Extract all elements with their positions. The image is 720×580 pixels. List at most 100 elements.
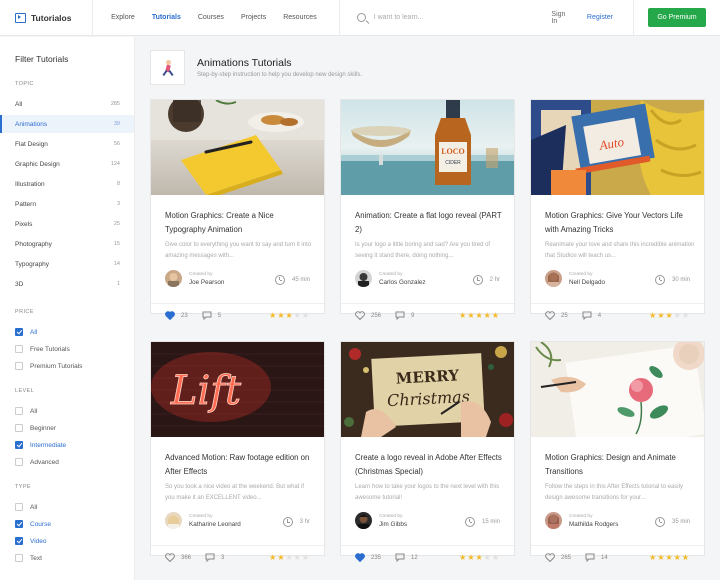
tutorial-card[interactable]: Auto Motion Graphics: Give Your Vectors …	[530, 99, 705, 320]
topic-item-all[interactable]: All 285	[0, 95, 134, 113]
star-rating[interactable]: ★★★★★	[269, 553, 310, 562]
tutorial-card[interactable]: LOCO CIDER Animation: Create a flat logo…	[340, 99, 515, 320]
price-premium-checkbox[interactable]: Premium Tutorials	[15, 362, 82, 370]
type-label: TYPE	[15, 484, 31, 490]
topic-item-graphic-design[interactable]: Graphic Design 124	[0, 155, 134, 173]
heart-icon[interactable]	[165, 311, 175, 320]
register-link[interactable]: Register	[587, 14, 613, 21]
topic-label: TOPIC	[15, 81, 34, 87]
card-title[interactable]: Advanced Motion: Raw footage edition on …	[165, 451, 315, 479]
checkbox-label: Beginner	[30, 424, 57, 432]
card-thumbnail[interactable]	[151, 100, 324, 195]
star-rating[interactable]: ★★★★★	[649, 553, 690, 562]
type-all-checkbox[interactable]: All	[15, 503, 37, 511]
nav-explore[interactable]: Explore	[111, 14, 135, 21]
tutorial-card[interactable]: Motion Graphics: Create a Nice Typograph…	[150, 99, 325, 320]
star-icon: ★	[285, 311, 294, 320]
card-author[interactable]: Created by Nell Delgado	[545, 270, 605, 287]
loco-label: LOCO	[441, 147, 465, 156]
star-rating[interactable]: ★★★★★	[649, 311, 690, 320]
topic-item-animations[interactable]: Animations 39	[0, 115, 134, 133]
card-title[interactable]: Create a logo reveal in Adobe After Effe…	[355, 451, 505, 479]
topic-item-3d[interactable]: 3D 1	[0, 275, 134, 293]
type-video-checkbox[interactable]: Video	[15, 537, 47, 545]
search-icon[interactable]	[356, 13, 366, 22]
heart-icon[interactable]	[545, 553, 555, 562]
topic-count: 124	[110, 161, 120, 167]
card-title[interactable]: Motion Graphics: Design and Animate Tran…	[545, 451, 695, 479]
card-footer: 235 12 ★★★★★	[341, 545, 514, 569]
card-author[interactable]: Created by Katharine Leonard	[165, 512, 241, 529]
star-rating[interactable]: ★★★★★	[459, 311, 500, 320]
cider-label: CIDER	[445, 160, 461, 166]
card-title[interactable]: Animation: Create a flat logo reveal (PA…	[355, 209, 505, 237]
star-icon: ★	[285, 553, 294, 562]
price-all-checkbox[interactable]: All	[15, 328, 37, 336]
heart-icon[interactable]	[355, 311, 365, 320]
topic-item-flat-design[interactable]: Flat Design 56	[0, 135, 134, 153]
comment-icon[interactable]	[205, 553, 215, 562]
level-all-checkbox[interactable]: All	[15, 407, 37, 415]
price-free-checkbox[interactable]: Free Tutorials	[15, 345, 70, 353]
checkbox-icon	[15, 554, 23, 562]
card-title[interactable]: Motion Graphics: Create a Nice Typograph…	[165, 209, 315, 237]
level-advanced-checkbox[interactable]: Advanced	[15, 458, 59, 466]
card-author[interactable]: Created by Jim Gibbs	[355, 512, 407, 529]
heart-icon[interactable]	[545, 311, 555, 320]
search-input[interactable]	[373, 14, 544, 21]
go-premium-button[interactable]: Go Premium	[648, 8, 706, 27]
type-course-checkbox[interactable]: Course	[15, 520, 51, 528]
tutorial-card[interactable]: MERRY Christmas Create a logo reveal in …	[340, 341, 515, 562]
logo[interactable]: Tutorialos	[15, 12, 92, 23]
card-thumbnail[interactable]	[531, 342, 704, 437]
comment-icon[interactable]	[395, 553, 405, 562]
duration-text: 45 min	[291, 277, 310, 283]
category-icon	[150, 50, 185, 85]
duration: 2 hr	[472, 275, 500, 285]
comment-icon[interactable]	[202, 311, 212, 320]
tutorial-card[interactable]: Motion Graphics: Design and Animate Tran…	[530, 341, 705, 562]
tutorial-card[interactable]: Lift Advanced Motion: Raw footage editio…	[150, 341, 325, 562]
card-thumbnail[interactable]: Auto	[531, 100, 704, 195]
card-title[interactable]: Motion Graphics: Give Your Vectors Life …	[545, 209, 695, 237]
card-author[interactable]: Created by Carlos Gonzalez	[355, 270, 426, 287]
topic-item-typography[interactable]: Typography 14	[0, 255, 134, 273]
level-intermediate-checkbox[interactable]: Intermediate	[15, 441, 66, 449]
topic-item-illustration[interactable]: Illustration 8	[0, 175, 134, 193]
nav-tutorials[interactable]: Tutorials	[152, 14, 181, 21]
type-text-checkbox[interactable]: Text	[15, 554, 42, 562]
nav-projects[interactable]: Projects	[241, 14, 266, 21]
topic-count: 285	[110, 101, 120, 107]
heart-icon[interactable]	[355, 553, 365, 562]
lift-neon-text: Lift	[170, 368, 242, 414]
topic-item-photography[interactable]: Photography 15	[0, 235, 134, 253]
signin-link[interactable]: Sign In	[551, 11, 567, 25]
checkbox-icon	[15, 407, 23, 415]
checkbox-label: All	[30, 407, 38, 415]
checkbox-icon	[15, 458, 23, 466]
card-thumbnail[interactable]: Lift	[151, 342, 324, 437]
topic-item-pattern[interactable]: Pattern 3	[0, 195, 134, 213]
author-name: Mathilda Rodgers	[569, 520, 619, 528]
level-beginner-checkbox[interactable]: Beginner	[15, 424, 56, 432]
card-author[interactable]: Created by Mathilda Rodgers	[545, 512, 618, 529]
nav-courses[interactable]: Courses	[198, 14, 224, 21]
heart-icon[interactable]	[165, 553, 175, 562]
card-thumbnail[interactable]: MERRY Christmas	[341, 342, 514, 437]
card-description: So you took a nice video at the weekend.…	[165, 484, 305, 501]
page-subtitle: Step-by-step instruction to help you dev…	[197, 72, 363, 78]
avatar	[355, 512, 372, 529]
card-thumbnail[interactable]: LOCO CIDER	[341, 100, 514, 195]
comment-icon[interactable]	[395, 311, 405, 320]
comment-icon[interactable]	[585, 553, 595, 562]
card-author[interactable]: Created by Joe Pearson	[165, 270, 224, 287]
card-footer: 256 9 ★★★★★	[341, 303, 514, 327]
topic-item-pixels[interactable]: Pixels 25	[0, 215, 134, 233]
comment-icon[interactable]	[582, 311, 592, 320]
nav-resources[interactable]: Resources	[283, 14, 316, 21]
topic-label-text: Photography	[15, 240, 52, 248]
star-rating[interactable]: ★★★★★	[269, 311, 310, 320]
author-name: Jim Gibbs	[379, 520, 407, 528]
author-name: Joe Pearson	[189, 278, 225, 286]
star-rating[interactable]: ★★★★★	[459, 553, 500, 562]
